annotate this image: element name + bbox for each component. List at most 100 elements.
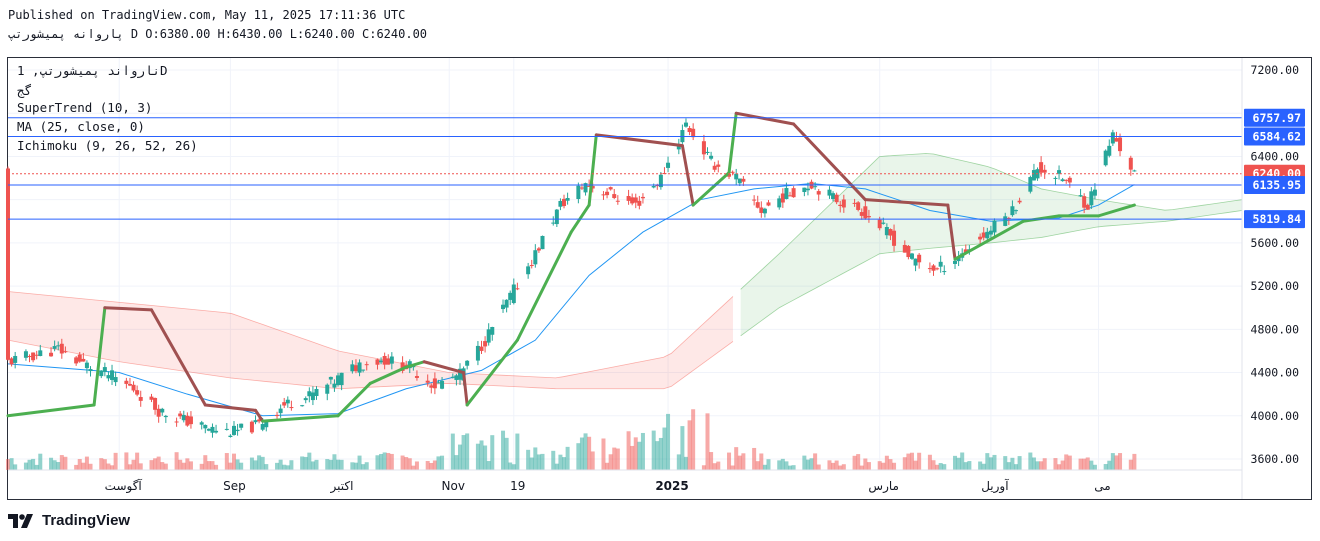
candle-body	[612, 194, 617, 199]
candle-body	[199, 422, 204, 425]
volume-bar	[680, 426, 685, 470]
volume-bar	[386, 453, 391, 470]
volume-bar	[479, 440, 484, 470]
candle-body	[1082, 196, 1087, 208]
volume-bar	[712, 463, 717, 470]
volume-bar	[615, 448, 620, 470]
volume-bar	[734, 447, 739, 470]
candle-body	[877, 219, 882, 229]
candle-body	[1089, 191, 1094, 206]
volume-bar	[515, 433, 520, 470]
candle-body	[228, 435, 233, 438]
legend-ichimoku[interactable]: Ichimoku (9, 26, 52, 26)	[17, 138, 198, 153]
volume-bar	[1003, 456, 1008, 470]
volume-bar	[231, 453, 236, 470]
candle-body	[579, 187, 584, 189]
tradingview-logo-icon	[8, 513, 33, 528]
legend-supertrend[interactable]: SuperTrend (10, 3)	[17, 100, 152, 115]
candle-body	[576, 185, 581, 199]
volume-bar	[953, 455, 958, 470]
volume-bar	[913, 460, 918, 470]
volume-bar	[325, 459, 330, 470]
volume-bar	[558, 454, 563, 470]
candle-body	[529, 265, 534, 267]
candle-body	[687, 128, 692, 133]
candle-body	[716, 164, 721, 167]
candle-body	[1053, 177, 1058, 179]
volume-bar	[174, 452, 179, 470]
volume-bar	[658, 437, 663, 470]
volume-bar	[691, 409, 696, 470]
volume-bar	[99, 458, 104, 470]
candle-body	[325, 384, 330, 394]
volume-bar	[1010, 457, 1015, 470]
volume-bar	[909, 452, 914, 470]
y-tick-label: 3600.00	[1251, 452, 1300, 466]
candle-body	[780, 193, 785, 203]
candle-body	[6, 168, 10, 360]
volume-bar	[536, 454, 541, 470]
candle-body	[49, 352, 54, 357]
y-tick-label: 7200.00	[1251, 63, 1300, 77]
candle-body	[938, 261, 943, 267]
candle-body	[515, 288, 520, 290]
candle-body	[31, 352, 36, 361]
volume-bar	[963, 462, 968, 470]
candle-body	[640, 196, 645, 199]
volume-bar	[1085, 457, 1090, 470]
candle-body	[992, 220, 997, 233]
volume-bar	[1092, 464, 1097, 470]
volume-bar	[633, 437, 638, 470]
candle-body	[788, 195, 793, 197]
candle-body	[1014, 210, 1019, 212]
volume-bar	[716, 461, 721, 470]
volume-bar	[332, 454, 337, 470]
y-tick-label: 5200.00	[1251, 279, 1300, 293]
volume-bar	[605, 462, 610, 470]
volume-bar	[310, 461, 315, 470]
volume-bar	[960, 452, 965, 470]
candle-body	[23, 351, 28, 358]
volume-bar	[185, 458, 190, 470]
volume-bar	[429, 462, 434, 470]
candle-body	[163, 415, 168, 418]
volume-bar	[124, 452, 129, 470]
candle-body	[784, 187, 789, 200]
candle-body	[1103, 150, 1108, 166]
volume-bar	[791, 465, 796, 470]
volume-bar	[31, 458, 36, 470]
volume-bar	[727, 452, 732, 470]
tradingview-logo[interactable]: TradingView	[8, 512, 130, 529]
volume-bar	[1107, 460, 1112, 470]
candle-body	[953, 260, 958, 264]
candle-body	[253, 420, 258, 423]
candle-body	[336, 375, 341, 386]
candle-body	[81, 358, 86, 362]
volume-bar	[84, 456, 89, 470]
candle-body	[752, 199, 757, 201]
volume-bar	[27, 459, 32, 470]
volume-bar	[1078, 458, 1083, 470]
volume-bar	[224, 453, 229, 470]
candle-body	[224, 428, 229, 430]
legend-ma[interactable]: MA (25, close, 0)	[17, 119, 145, 134]
y-tick-label: 6400.00	[1251, 149, 1300, 163]
volume-bar	[805, 459, 810, 470]
volume-bar	[938, 463, 943, 470]
volume-bar	[655, 441, 660, 470]
supertrend-line	[569, 203, 591, 234]
volume-bar	[687, 420, 692, 470]
candle-body	[432, 378, 437, 389]
volume-bar	[375, 455, 380, 470]
volume-bar	[328, 459, 333, 470]
volume-bar	[540, 453, 545, 470]
candle-body	[511, 284, 516, 304]
volume-bar	[988, 457, 993, 470]
candle-body	[84, 362, 89, 369]
candle-body	[558, 200, 563, 207]
candle-body	[314, 388, 319, 397]
x-tick-label: Sep	[223, 479, 246, 493]
volume-bar	[985, 453, 990, 470]
volume-bar	[163, 463, 168, 470]
chart-canvas[interactable]: 3600.00 4000.00 4400.00 4800.00 5200.00 5600.…	[0, 0, 1320, 541]
